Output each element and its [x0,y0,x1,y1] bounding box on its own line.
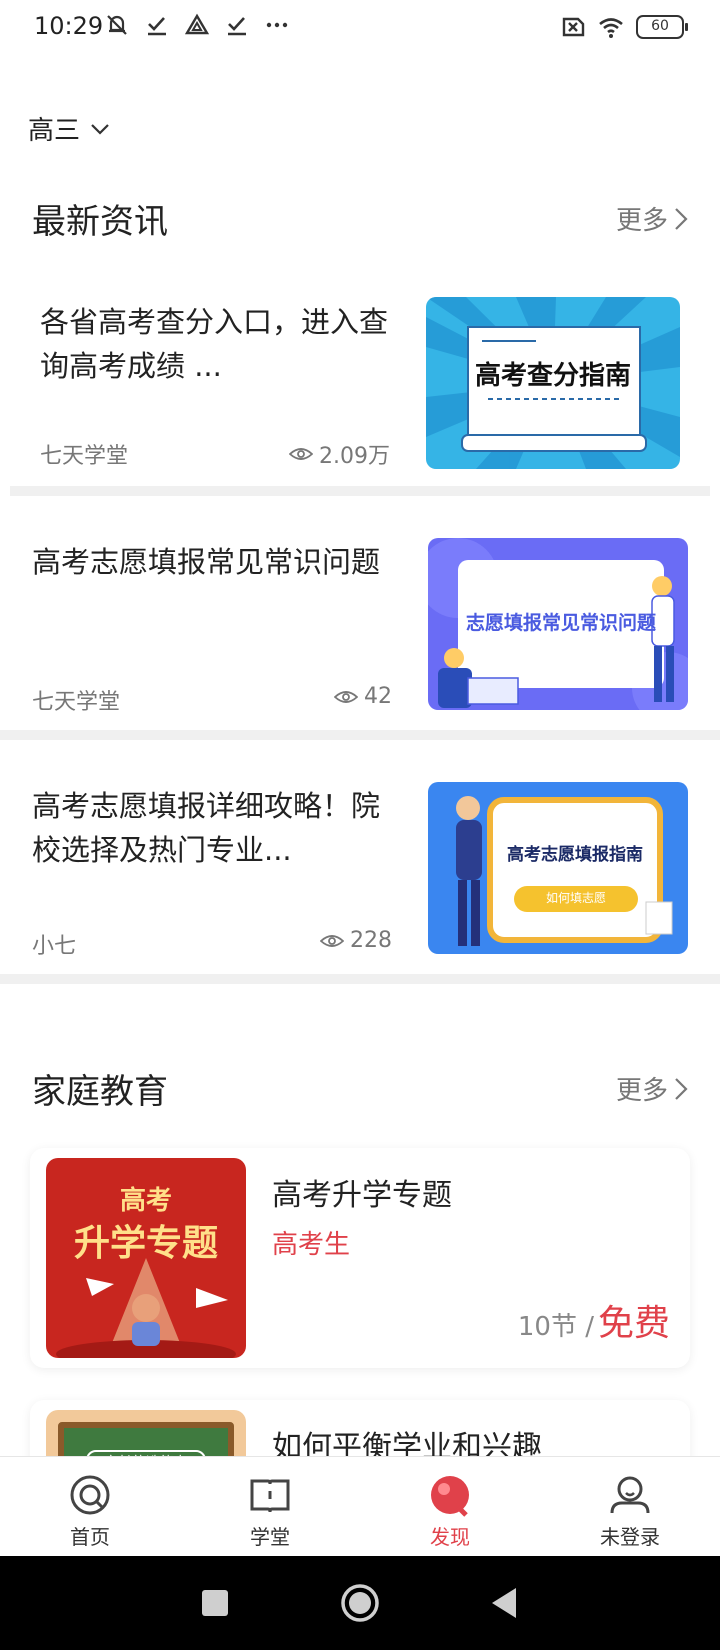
status-notification-icons [104,12,290,38]
thumb-text: 高考查分指南 [474,361,631,391]
mute-bell-icon [107,15,127,35]
news-views: 228 [320,928,392,953]
user-icon [610,1476,650,1514]
family-education-header: 家庭教育 更多 [32,1064,688,1113]
thumb-text: 志愿填报常见常识问题 [465,612,656,634]
check-download-icon [148,17,166,36]
news-views: 2.09万 [289,438,390,470]
news-item[interactable]: 高考志愿填报常见常识问题 七天学堂 42 志愿填报常见常识问题 [0,500,720,728]
thumb-line2: 升学专题 [73,1223,218,1264]
more-dots-icon [266,22,288,28]
grade-label: 高三 [28,116,81,146]
news-source: 小七 [32,934,77,959]
tab-discover[interactable]: 发现 [360,1457,540,1556]
system-navigation-bar [0,1556,720,1650]
bottom-tab-bar: 首页 学堂 发现 未登录 [0,1456,720,1556]
tab-profile[interactable]: 未登录 [540,1457,720,1556]
news-thumbnail: 志愿填报常见常识问题 [428,538,688,710]
status-bar: 10:29 60 [0,0,720,56]
tab-label: 未登录 [600,1525,660,1549]
more-link[interactable]: 更多 [616,1070,688,1107]
view-count: 2.09万 [319,444,390,469]
view-count: 42 [364,684,392,709]
section-title: 最新资讯 [32,202,168,242]
home-icon [70,1475,110,1515]
check-download-icon [228,17,246,36]
recent-apps-button[interactable] [200,1588,230,1618]
news-source: 七天学堂 [32,690,121,715]
view-count: 228 [350,928,392,953]
more-label: 更多 [615,1076,668,1106]
home-button[interactable] [340,1583,380,1623]
chevron-right-icon [675,207,688,230]
tab-label: 学堂 [250,1525,290,1549]
tab-home[interactable]: 首页 [0,1457,180,1556]
course-title: 高考升学专题 [272,1178,452,1213]
tab-label: 发现 [430,1525,470,1549]
news-views: 42 [334,684,392,709]
course-tag: 高考生 [272,1230,351,1260]
chevron-right-icon [675,1077,688,1100]
section-title: 家庭教育 [32,1072,168,1112]
thumb-text: 高考志愿填报指南 [507,845,643,865]
battery-indicator: 60 [636,15,688,39]
chevron-down-icon [91,123,109,135]
back-button[interactable] [490,1586,520,1620]
news-source: 七天学堂 [40,444,129,469]
course-card[interactable]: 高考 升学专题 高考升学专题 高考生 10节 / 免费 [30,1148,690,1368]
tab-school[interactable]: 学堂 [180,1457,360,1556]
course-thumbnail: 高考 升学专题 [46,1158,246,1358]
drive-icon [184,13,210,35]
thumb-line1: 高考 [119,1186,172,1216]
divider [0,974,720,984]
sim-off-icon [562,17,585,37]
news-item[interactable]: 高考志愿填报详细攻略！院校选择及热门专业... 小七 228 高考志愿填报指南 … [0,744,720,974]
divider [10,486,710,496]
news-title: 高考志愿填报详细攻略！院校选择及热门专业... [32,789,381,867]
thumb-button-text: 如何填志愿 [545,891,606,905]
course-free-label: 免费 [597,1303,670,1344]
latest-news-header: 最新资讯 更多 [32,194,688,243]
status-system-icons: 60 [560,14,688,40]
discover-icon [431,1476,469,1517]
status-time: 10:29 [34,12,104,40]
divider [0,730,720,740]
news-item[interactable]: 各省高考查分入口，进入查询高考成绩 ... 七天学堂 2.09万 高考查分指南 [0,280,720,480]
news-title: 高考志愿填报常见常识问题 [32,545,381,579]
more-label: 更多 [615,206,668,236]
eye-icon [320,934,344,947]
news-thumbnail: 高考查分指南 [426,297,680,469]
wifi-icon [599,18,623,38]
course-price: 10节 / 免费 [518,1294,670,1346]
eye-icon [289,448,313,460]
more-link[interactable]: 更多 [616,200,688,237]
eye-icon [334,690,358,703]
book-icon [250,1479,290,1513]
news-title: 各省高考查分入口，进入查询高考成绩 ... [40,305,389,383]
course-lessons: 10节 / [517,1312,594,1342]
guide-illustration [456,796,673,946]
grade-selector[interactable]: 高三 [28,110,110,147]
tab-label: 首页 [70,1525,110,1549]
news-thumbnail: 高考志愿填报指南 如何填志愿 [428,782,688,954]
